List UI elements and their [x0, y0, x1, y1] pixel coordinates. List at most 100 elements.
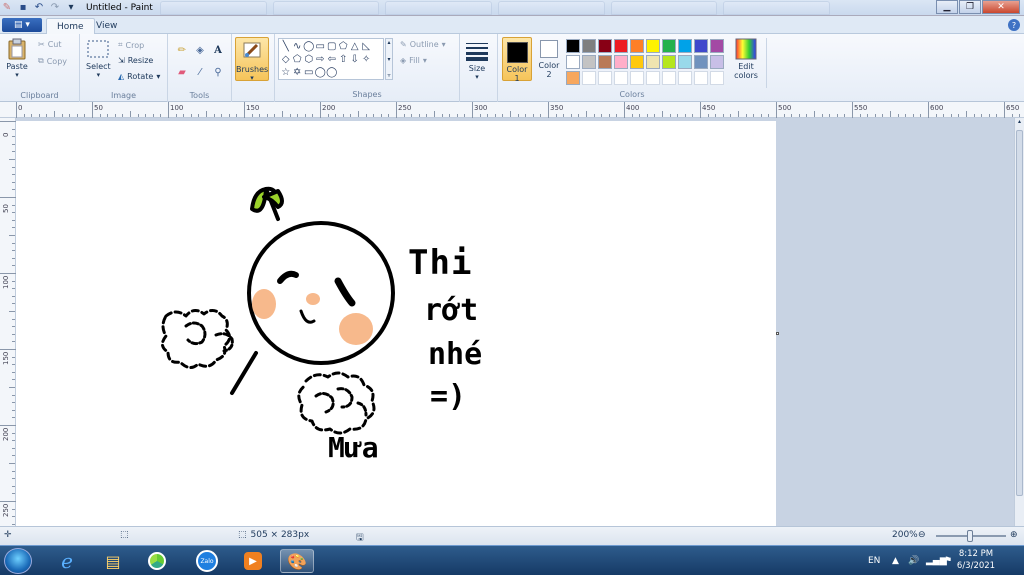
palette-color-swatch[interactable] — [694, 55, 708, 69]
minimize-button[interactable]: ▁ — [936, 0, 958, 14]
palette-color-swatch[interactable] — [646, 39, 660, 53]
right-triangle-shape-icon[interactable]: ◺ — [361, 40, 373, 53]
internet-explorer-icon[interactable]: e — [50, 549, 84, 573]
chrome-like-app-icon[interactable] — [140, 549, 174, 573]
palette-color-swatch[interactable] — [678, 71, 692, 85]
palette-color-swatch[interactable] — [710, 55, 724, 69]
paste-dropdown-icon[interactable]: ▾ — [15, 71, 19, 79]
palette-color-swatch[interactable] — [694, 39, 708, 53]
palette-color-swatch[interactable] — [662, 39, 676, 53]
palette-color-swatch[interactable] — [566, 39, 580, 53]
media-player-icon[interactable]: ▶ — [236, 549, 270, 573]
palette-color-swatch[interactable] — [630, 39, 644, 53]
maximize-button[interactable]: ❐ — [959, 0, 981, 14]
drawing-canvas[interactable]: Thi rớt nhé =) Mưa — [16, 121, 776, 526]
right-arrow-shape-icon[interactable]: ⇨ — [315, 53, 327, 66]
palette-color-swatch[interactable] — [582, 55, 596, 69]
copy-button[interactable]: ⧉ Copy — [38, 56, 67, 66]
close-button[interactable]: ✕ — [982, 0, 1020, 14]
rounded-rectangle-shape-icon[interactable]: ▢ — [326, 40, 338, 53]
cut-button[interactable]: ✂ Cut — [38, 40, 62, 49]
file-explorer-icon[interactable]: ▤ — [96, 549, 130, 573]
palette-color-swatch[interactable] — [646, 55, 660, 69]
language-indicator[interactable]: EN — [868, 546, 880, 575]
palette-color-swatch[interactable] — [614, 39, 628, 53]
four-point-star-icon[interactable]: ✧ — [361, 53, 373, 66]
zoom-slider-thumb[interactable] — [967, 530, 973, 542]
five-point-star-icon[interactable]: ☆ — [280, 66, 292, 79]
resize-button[interactable]: ⇲ Resize — [118, 56, 153, 65]
redo-icon[interactable]: ↷ — [48, 1, 62, 15]
palette-color-swatch[interactable] — [646, 71, 660, 85]
size-button[interactable]: Size ▾ — [466, 40, 488, 81]
help-icon[interactable]: ? — [1008, 19, 1020, 31]
palette-color-swatch[interactable] — [710, 71, 724, 85]
hexagon-shape-icon[interactable]: ⬡ — [303, 53, 315, 66]
text-tool-icon[interactable]: A — [210, 42, 226, 58]
zoom-out-button[interactable]: ⊖ — [918, 530, 926, 540]
magnifier-icon[interactable]: ⚲ — [210, 64, 226, 80]
rotate-button[interactable]: ◭ Rotate ▾ — [118, 72, 160, 81]
palette-color-swatch[interactable] — [662, 71, 676, 85]
color1-button[interactable]: Color 1 — [502, 37, 532, 83]
pentagon-shape-icon[interactable]: ⬠ — [292, 53, 304, 66]
color2-button[interactable]: Color 2 — [536, 40, 562, 79]
down-arrow-shape-icon[interactable]: ⇩ — [349, 53, 361, 66]
oval-callout-icon[interactable]: ◯ — [315, 66, 327, 79]
palette-color-swatch[interactable] — [678, 55, 692, 69]
six-point-star-icon[interactable]: ✡ — [292, 66, 304, 79]
palette-color-swatch[interactable] — [678, 39, 692, 53]
brushes-button[interactable]: Brushes ▾ — [235, 37, 269, 82]
palette-color-swatch[interactable] — [598, 39, 612, 53]
diamond-shape-icon[interactable]: ◇ — [280, 53, 292, 66]
palette-color-swatch[interactable] — [694, 71, 708, 85]
palette-color-swatch[interactable] — [614, 71, 628, 85]
eraser-icon[interactable]: ▰ — [174, 64, 190, 80]
file-menu-button[interactable]: ▤ ▾ — [2, 18, 42, 32]
fill-button[interactable]: ◈ Fill ▾ — [400, 56, 427, 65]
palette-color-swatch[interactable] — [630, 71, 644, 85]
palette-color-swatch[interactable] — [710, 39, 724, 53]
paste-button[interactable]: Paste ▾ — [6, 38, 28, 79]
tab-view[interactable]: View — [86, 18, 127, 34]
fill-bucket-icon[interactable]: ◈ — [192, 42, 208, 58]
clock[interactable]: 8:12 PM 6/3/2021 — [946, 548, 1006, 572]
palette-color-swatch[interactable] — [598, 71, 612, 85]
outline-button[interactable]: ✎ Outline ▾ — [400, 40, 446, 49]
paint-app-icon[interactable]: ✎ — [0, 1, 14, 15]
zalo-icon[interactable]: Zalo — [190, 549, 224, 573]
curve-shape-icon[interactable]: ∿ — [292, 40, 304, 53]
scrollbar-thumb[interactable] — [1016, 130, 1023, 496]
volume-icon[interactable]: 🔊 — [908, 546, 919, 575]
canvas-resize-handle[interactable] — [776, 332, 779, 335]
color-picker-icon[interactable]: ⁄ — [192, 64, 208, 80]
save-icon[interactable]: ▪ — [16, 1, 30, 15]
paint-taskbar-icon[interactable]: 🎨 — [280, 549, 314, 573]
edit-colors-button[interactable]: Edit colors — [732, 38, 760, 80]
rounded-callout-icon[interactable]: ▭ — [303, 66, 315, 79]
zoom-in-button[interactable]: ⊕ — [1010, 530, 1018, 540]
select-dropdown-icon[interactable]: ▾ — [97, 71, 101, 79]
palette-color-swatch[interactable] — [598, 55, 612, 69]
pencil-icon[interactable]: ✏ — [174, 42, 190, 58]
oval-shape-icon[interactable]: ◯ — [303, 40, 315, 53]
palette-color-swatch[interactable] — [630, 55, 644, 69]
rectangle-shape-icon[interactable]: ▭ — [315, 40, 327, 53]
up-arrow-shape-icon[interactable]: ⇧ — [338, 53, 350, 66]
show-hidden-icons[interactable]: ▲ — [892, 546, 899, 575]
polygon-shape-icon[interactable]: ⬠ — [338, 40, 350, 53]
line-shape-icon[interactable]: ╲ — [280, 40, 292, 53]
undo-icon[interactable]: ↶ — [32, 1, 46, 15]
palette-color-swatch[interactable] — [614, 55, 628, 69]
palette-color-swatch[interactable] — [662, 55, 676, 69]
triangle-shape-icon[interactable]: △ — [349, 40, 361, 53]
palette-color-swatch[interactable] — [582, 71, 596, 85]
palette-color-swatch[interactable] — [566, 71, 580, 85]
vertical-scrollbar[interactable]: ▴ — [1014, 118, 1024, 526]
palette-color-swatch[interactable] — [582, 39, 596, 53]
customize-quick-access-icon[interactable]: ▾ — [64, 1, 78, 15]
select-button[interactable]: Select ▾ — [86, 38, 111, 79]
shapes-gallery-scroll[interactable]: ▴ ▾ ▿ — [385, 38, 393, 80]
start-button[interactable] — [4, 548, 32, 574]
left-arrow-shape-icon[interactable]: ⇦ — [326, 53, 338, 66]
